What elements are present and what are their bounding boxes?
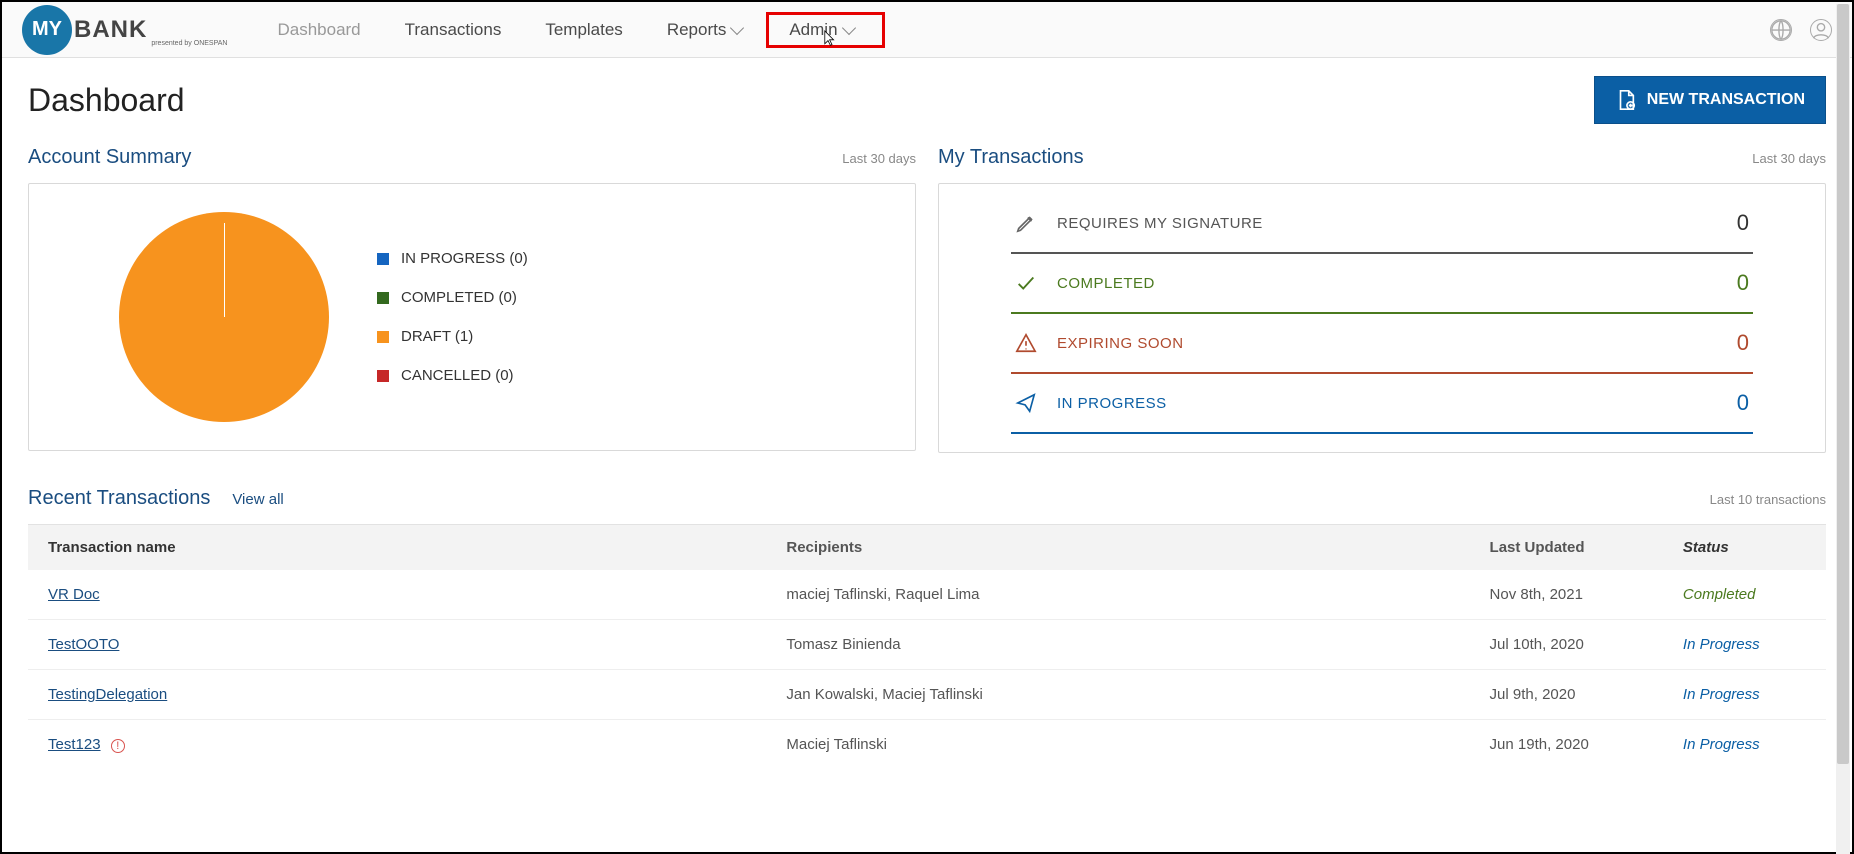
new-transaction-button[interactable]: NEW TRANSACTION	[1594, 76, 1826, 124]
send-icon	[1015, 392, 1037, 414]
cell-date: Jul 9th, 2020	[1490, 686, 1683, 703]
nav-reports[interactable]: Reports	[647, 12, 763, 48]
my-transactions-panel: My Transactions Last 30 days REQUIRES MY…	[938, 146, 1826, 453]
panel-head: My Transactions Last 30 days	[938, 146, 1826, 169]
dashboard-row: Account Summary Last 30 days IN PROGRESS…	[28, 146, 1826, 453]
user-icon[interactable]	[1810, 19, 1832, 41]
account-summary-title: Account Summary	[28, 146, 191, 169]
cell-date: Jul 10th, 2020	[1490, 636, 1683, 653]
legend-completed[interactable]: COMPLETED (0)	[377, 289, 528, 306]
transaction-link[interactable]: TestingDelegation	[48, 686, 167, 703]
table-row: TestingDelegation Jan Kowalski, Maciej T…	[28, 670, 1826, 720]
legend-label: CANCELLED (0)	[401, 367, 514, 384]
nav-reports-label: Reports	[667, 20, 727, 40]
legend-label: DRAFT (1)	[401, 328, 473, 345]
mt-count: 0	[1737, 210, 1749, 236]
mt-expiring[interactable]: EXPIRING SOON 0	[1011, 314, 1753, 374]
mt-label: COMPLETED	[1057, 275, 1717, 292]
legend-in-progress[interactable]: IN PROGRESS (0)	[377, 250, 528, 267]
chevron-down-icon	[730, 20, 744, 34]
logo-text: BANK	[74, 16, 147, 44]
logo[interactable]: MY BANK presented by ONESPAN	[22, 5, 227, 55]
table-row: TestOOTO Tomasz Binienda Jul 10th, 2020 …	[28, 620, 1826, 670]
cell-recipients: maciej Taflinski, Raquel Lima	[786, 586, 1489, 603]
mt-label: IN PROGRESS	[1057, 395, 1717, 412]
cell-status: In Progress	[1683, 686, 1806, 703]
transaction-link[interactable]: TestOOTO	[48, 636, 119, 653]
panel-head: Account Summary Last 30 days	[28, 146, 916, 169]
page-title: Dashboard	[28, 82, 185, 119]
mt-count: 0	[1737, 390, 1749, 416]
new-transaction-label: NEW TRANSACTION	[1647, 91, 1805, 109]
primary-nav: Dashboard Transactions Templates Reports…	[257, 12, 884, 48]
logo-circle: MY	[22, 5, 72, 55]
chevron-down-icon	[841, 20, 855, 34]
my-transactions-title: My Transactions	[938, 146, 1084, 169]
globe-icon[interactable]	[1770, 19, 1792, 41]
page-head: Dashboard NEW TRANSACTION	[28, 76, 1826, 124]
swatch-icon	[377, 253, 389, 265]
cell-status: In Progress	[1683, 636, 1806, 653]
warning-icon	[1015, 332, 1037, 354]
recent-sub: Last 10 transactions	[1710, 492, 1826, 507]
th-status: Status	[1683, 539, 1806, 556]
nav-transactions[interactable]: Transactions	[385, 12, 522, 48]
mt-completed[interactable]: COMPLETED 0	[1011, 254, 1753, 314]
mt-count: 0	[1737, 270, 1749, 296]
logo-subtext: presented by ONESPAN	[151, 40, 227, 47]
recent-table: Transaction name Recipients Last Updated…	[28, 524, 1826, 769]
new-doc-icon	[1615, 89, 1637, 111]
pencil-icon	[1015, 212, 1037, 234]
summary-pie-chart	[119, 212, 329, 422]
alert-icon: !	[111, 739, 125, 753]
mt-requires-signature[interactable]: REQUIRES MY SIGNATURE 0	[1011, 194, 1753, 254]
mt-in-progress[interactable]: IN PROGRESS 0	[1011, 374, 1753, 434]
nav-admin[interactable]: Admin	[766, 12, 884, 48]
cell-status: Completed	[1683, 586, 1806, 603]
account-summary-period: Last 30 days	[842, 151, 916, 166]
nav-dashboard[interactable]: Dashboard	[257, 12, 380, 48]
swatch-icon	[377, 292, 389, 304]
swatch-icon	[377, 370, 389, 382]
mt-label: EXPIRING SOON	[1057, 335, 1717, 352]
view-all-link[interactable]: View all	[232, 491, 283, 508]
table-row: VR Doc maciej Taflinski, Raquel Lima Nov…	[28, 570, 1826, 620]
check-icon	[1015, 272, 1037, 294]
recent-title: Recent Transactions	[28, 487, 210, 510]
th-name: Transaction name	[48, 539, 786, 556]
transaction-link[interactable]: Test123	[48, 736, 101, 753]
legend-cancelled[interactable]: CANCELLED (0)	[377, 367, 528, 384]
scrollbar-thumb[interactable]	[1837, 4, 1849, 764]
cell-date: Nov 8th, 2021	[1490, 586, 1683, 603]
cell-recipients: Tomasz Binienda	[786, 636, 1489, 653]
my-transactions-period: Last 30 days	[1752, 151, 1826, 166]
mt-label: REQUIRES MY SIGNATURE	[1057, 215, 1717, 232]
app-header: MY BANK presented by ONESPAN Dashboard T…	[2, 2, 1852, 58]
transaction-link[interactable]: VR Doc	[48, 586, 100, 603]
th-recipients: Recipients	[786, 539, 1489, 556]
cell-status: In Progress	[1683, 736, 1806, 753]
scrollbar[interactable]	[1836, 4, 1850, 854]
legend-label: COMPLETED (0)	[401, 289, 517, 306]
nav-templates[interactable]: Templates	[525, 12, 642, 48]
nav-admin-label: Admin	[789, 20, 837, 40]
summary-legend: IN PROGRESS (0) COMPLETED (0) DRAFT (1) …	[377, 250, 528, 384]
legend-draft[interactable]: DRAFT (1)	[377, 328, 528, 345]
cell-date: Jun 19th, 2020	[1490, 736, 1683, 753]
mt-count: 0	[1737, 330, 1749, 356]
my-transactions-body: REQUIRES MY SIGNATURE 0 COMPLETED 0 EXPI…	[938, 183, 1826, 453]
header-right	[1770, 19, 1832, 41]
legend-label: IN PROGRESS (0)	[401, 250, 528, 267]
cell-recipients: Maciej Taflinski	[786, 736, 1489, 753]
swatch-icon	[377, 331, 389, 343]
table-header: Transaction name Recipients Last Updated…	[28, 525, 1826, 570]
table-row: Test123 ! Maciej Taflinski Jun 19th, 202…	[28, 720, 1826, 769]
content-area: Dashboard NEW TRANSACTION Account Summar…	[2, 58, 1852, 787]
recent-head: Recent Transactions View all Last 10 tra…	[28, 487, 1826, 510]
cell-recipients: Jan Kowalski, Maciej Taflinski	[786, 686, 1489, 703]
th-last-updated: Last Updated	[1490, 539, 1683, 556]
account-summary-panel: Account Summary Last 30 days IN PROGRESS…	[28, 146, 916, 453]
account-summary-body: IN PROGRESS (0) COMPLETED (0) DRAFT (1) …	[28, 183, 916, 451]
